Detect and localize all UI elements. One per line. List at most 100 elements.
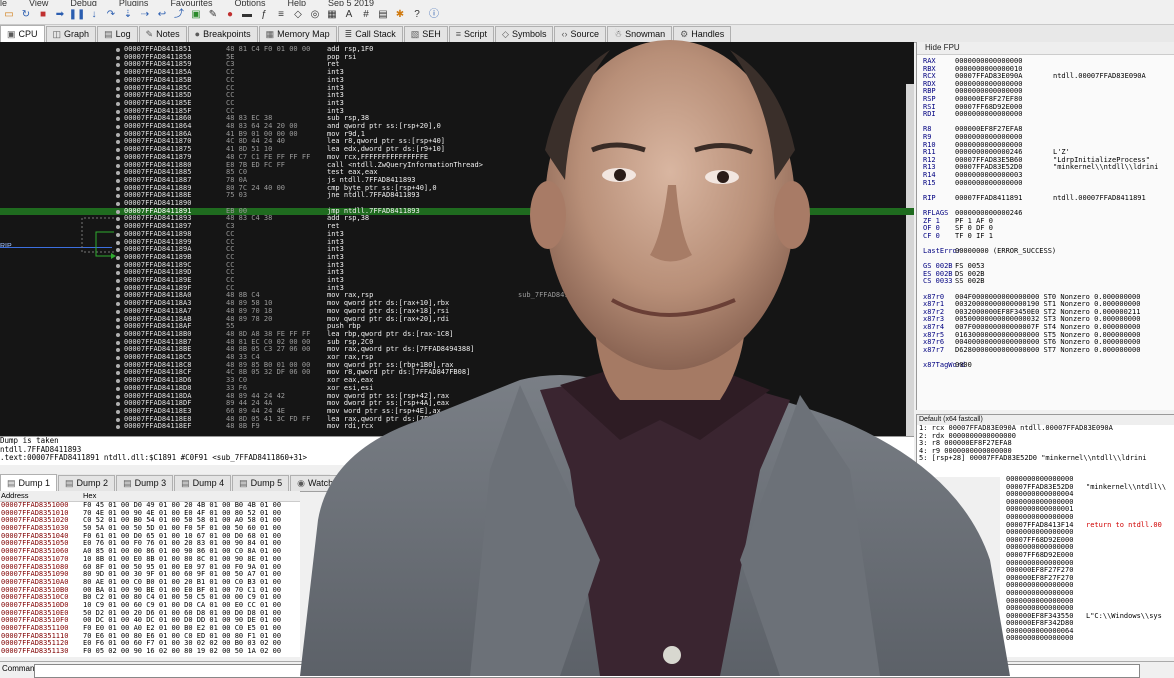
breakpoint-dot[interactable] [116,394,120,399]
breakpoint-dot[interactable] [116,202,120,206]
breakpoint-dot[interactable] [116,279,120,283]
patch-icon[interactable]: ▣ [189,8,203,22]
tab-dump-1[interactable]: ▤ Dump 1 [0,474,58,491]
breakpoint-dot[interactable] [116,55,120,60]
tab-dump-2[interactable]: ▤ Dump 2 [58,475,116,491]
step-over-icon[interactable]: ↷ [104,8,118,22]
tab-dump-5[interactable]: ▤ Dump 5 [232,475,290,491]
execute-till-return-icon[interactable]: ↩ [155,8,169,22]
breakpoint-dot[interactable] [116,225,120,230]
breakpoint-dot[interactable] [116,317,120,322]
breakpoint-dot[interactable] [116,309,120,314]
register-row[interactable]: RDI 0000000000000000 [923,110,1022,119]
breakpoint-dot[interactable] [116,117,120,122]
tab-breakpoints[interactable]: ● Breakpoints [187,26,258,42]
register-row[interactable]: R15 0000000000000000 [923,179,1022,188]
run-to-user-code-icon[interactable]: ⤴ [172,8,186,22]
breakpoint-dot[interactable] [116,286,120,291]
tab-call-stack[interactable]: ≣ Call Stack [337,26,403,42]
breakpoint-dot[interactable] [116,178,120,183]
graph-icon[interactable]: ◎ [308,8,322,22]
registers-panel[interactable]: Hide FPU RAX 0000000000000000 RBX 000000000… [916,42,1174,410]
breakpoint-dot[interactable] [116,155,120,160]
tab-watch-1[interactable]: ◉ Watch 1 [290,475,348,491]
tab-notes[interactable]: ✎ Notes [138,26,187,42]
comment-icon[interactable]: ✎ [206,8,220,22]
register-row[interactable]: CF 0 TF 0 IF 1 [923,232,993,241]
breakpoint-dot[interactable] [116,232,120,237]
breakpoint-dot[interactable] [116,348,120,353]
folder-icon[interactable]: ▭ [2,8,16,22]
breakpoint-dot[interactable] [116,171,120,176]
tab-script[interactable]: ≡ Script [448,26,495,42]
breakpoint-dot[interactable] [116,271,120,276]
tab-log[interactable]: ▤ Log [97,26,138,42]
tab-source[interactable]: ‹› Source [554,26,607,42]
help-icon[interactable]: ? [410,8,424,22]
breakpoint-dot[interactable] [116,371,120,376]
breakpoint-dot[interactable] [116,148,120,153]
breakpoint-dot[interactable] [116,186,120,191]
label-icon[interactable]: ● [223,8,237,22]
register-row[interactable]: x87r7 D6280000000000000000 ST7 Nonzero 0.… [923,346,1140,355]
breakpoint-dot[interactable] [116,209,120,214]
breakpoint-dot[interactable] [116,86,120,91]
breakpoint-dot[interactable] [116,94,120,99]
disassembly-view[interactable]: RIP 00007FFAD841185148 81 C4 F0 01 00 00… [0,42,914,436]
register-row[interactable]: x87TagWord0000 [923,361,972,370]
breakpoint-dot[interactable] [116,409,120,414]
tab-seh[interactable]: ▧ SEH [403,26,448,42]
tab-handles[interactable]: ⚙ Handles [673,26,732,42]
script-icon[interactable]: ≡ [274,8,288,22]
run-icon[interactable]: ➡ [53,8,67,22]
font-icon[interactable]: A [342,8,356,22]
breakpoint-dot[interactable] [116,101,120,106]
dump-row[interactable]: 00007FFAD8351130 F0 05 02 00 90 16 02 00 … [0,647,300,656]
hash-icon[interactable]: # [359,8,373,22]
breakpoint-dot[interactable] [116,109,120,114]
breakpoint-dot[interactable] [116,325,120,330]
tab-snowman[interactable]: ☃ Snowman [607,26,673,42]
trace-into-icon[interactable]: ⇣ [121,8,135,22]
tab-memory-map[interactable]: ▦ Memory Map [258,26,337,42]
breakpoint-dot[interactable] [116,125,120,129]
breakpoint-dot[interactable] [116,78,120,83]
breakpoint-dot[interactable] [116,248,120,253]
breakpoint-dot[interactable] [116,402,120,407]
register-row[interactable]: RIP 00007FFAD8411891 ntdll.00007FFAD841189… [923,194,1146,203]
calculator-icon[interactable]: ▤ [376,8,390,22]
stack-row[interactable]: 0000000000000000 [1000,635,1174,643]
breakpoint-dot[interactable] [116,48,120,52]
stop-icon[interactable]: ■ [36,8,50,22]
breakpoint-dot[interactable] [116,63,120,68]
symbols-icon[interactable]: ◇ [291,8,305,22]
breakpoint-dot[interactable] [116,356,120,360]
breakpoint-dot[interactable] [116,194,120,199]
breakpoint-dot[interactable] [116,140,120,145]
breakpoint-dot[interactable] [116,425,120,430]
restart-icon[interactable]: ↻ [19,8,33,22]
about-icon[interactable]: ⓘ [427,8,441,22]
function-icon[interactable]: ƒ [257,8,271,22]
breakpoint-dot[interactable] [116,294,120,299]
breakpoint-dot[interactable] [116,71,120,76]
breakpoint-dot[interactable] [116,263,120,268]
tab-dump-4[interactable]: ▤ Dump 4 [174,475,232,491]
breakpoint-dot[interactable] [116,332,120,337]
tab-dump-3[interactable]: ▤ Dump 3 [116,475,174,491]
stack-view[interactable]: 0000000000000000 00007FFAD83E52D0 "minkern… [1000,476,1174,657]
register-row[interactable]: LastError00000000 (ERROR_SUCCESS) [923,247,1056,256]
trace-over-icon[interactable]: ⇢ [138,8,152,22]
pause-icon[interactable]: ❚❚ [69,8,86,22]
breakpoint-dot[interactable] [116,302,120,307]
breakpoint-dot[interactable] [116,240,120,245]
breakpoint-dot[interactable] [116,132,120,137]
breakpoint-dot[interactable] [116,340,120,345]
tab-graph[interactable]: ◫ Graph [45,26,97,42]
disasm-row[interactable]: 00007FFAD84118EF 48 8B F9 mov rdi,rcx [0,423,914,431]
hex-dump-view[interactable]: Address Hex 00007FFAD8351000 F0 45 01 00 … [0,491,300,657]
breakpoint-dot[interactable] [116,217,120,222]
breakpoint-dot[interactable] [116,417,120,422]
call-convention-panel[interactable]: Default (x64 fastcall) 1: rcx 00007FFAD8… [916,414,1174,477]
breakpoint-dot[interactable] [116,379,120,384]
